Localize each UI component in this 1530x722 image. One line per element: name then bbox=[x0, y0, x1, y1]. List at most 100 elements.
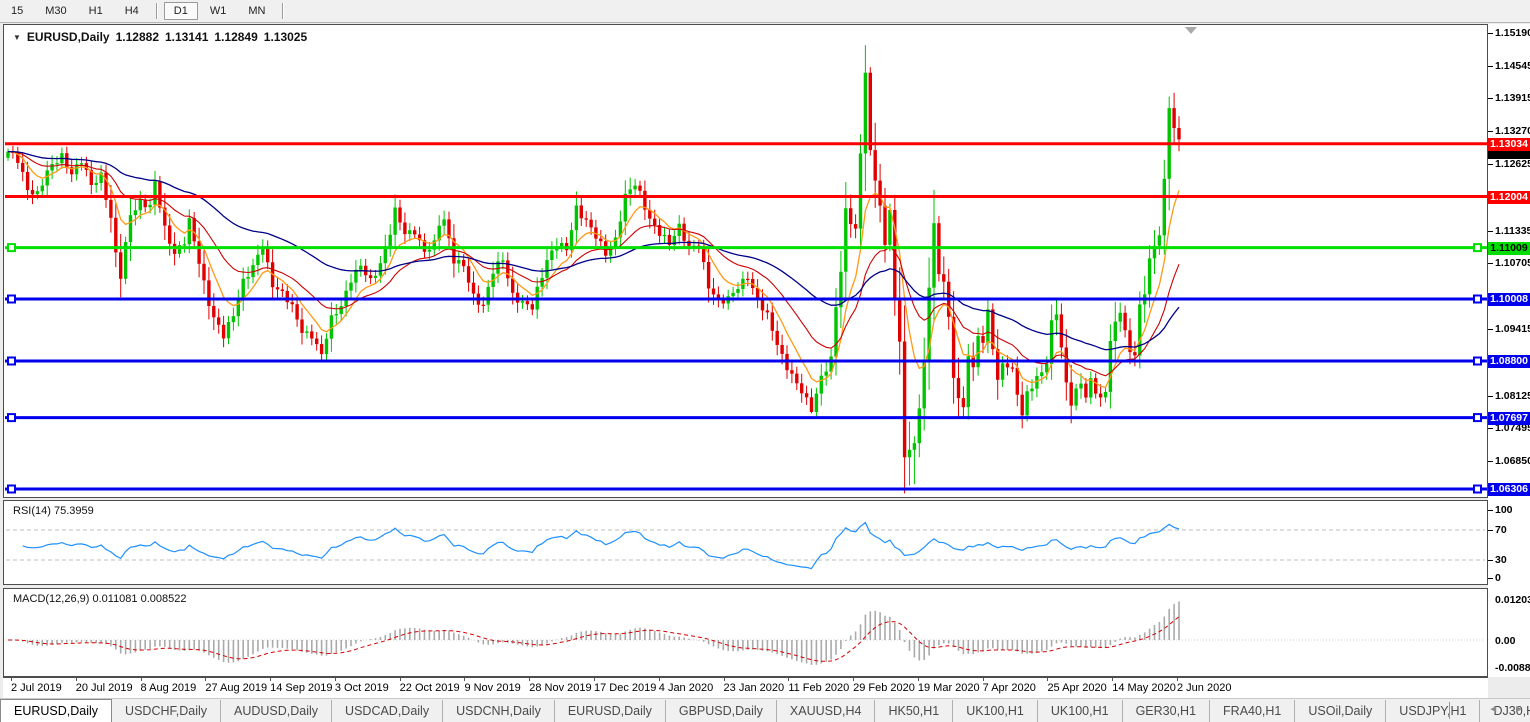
hline-handle[interactable] bbox=[8, 296, 15, 303]
hline-handle[interactable] bbox=[1474, 486, 1481, 493]
rsi-axis-label: 70 bbox=[1495, 524, 1507, 536]
timeframe-button-15[interactable]: 15 bbox=[1, 2, 33, 20]
price-level-badge: 1.08800 bbox=[1488, 355, 1530, 368]
price-level-badge: 1.13034 bbox=[1488, 138, 1530, 151]
chart-tab-usdcad-daily[interactable]: USDCAD,Daily bbox=[332, 700, 443, 722]
ohlc-close: 1.13025 bbox=[264, 30, 307, 44]
price-axis-tick-label: 1.15190 bbox=[1495, 27, 1530, 39]
price-axis-tick-label: 1.10705 bbox=[1495, 257, 1530, 269]
price-axis[interactable]: 1.151901.145451.139151.132701.126251.113… bbox=[1488, 24, 1530, 677]
rsi-indicator-panel[interactable]: RSI(14) 75.3959 bbox=[3, 500, 1488, 585]
price-level-badge: 1.11009 bbox=[1488, 242, 1530, 255]
date-axis-tick-mark bbox=[270, 678, 271, 681]
scroll-right-icon[interactable]: ► bbox=[1514, 704, 1524, 715]
date-axis-tick-mark bbox=[400, 678, 401, 681]
date-axis-tick-mark bbox=[11, 678, 12, 681]
price-axis-tick-label: 1.11335 bbox=[1495, 225, 1530, 237]
chart-tab-usdjpy-h1[interactable]: USDJPY,H1 bbox=[1386, 700, 1480, 722]
macd-label: MACD(12,26,9) 0.011081 0.008522 bbox=[13, 593, 186, 605]
chart-tab-fra40-h1[interactable]: FRA40,H1 bbox=[1210, 700, 1295, 722]
collapse-triangle-icon[interactable]: ▼ bbox=[13, 33, 21, 42]
price-axis-tick-mark bbox=[1488, 33, 1493, 34]
chart-tab-uk100-h1[interactable]: UK100,H1 bbox=[953, 700, 1038, 722]
date-axis-label: 27 Aug 2019 bbox=[205, 682, 267, 694]
date-axis-tick-mark bbox=[335, 678, 336, 681]
timeframe-button-h4[interactable]: H4 bbox=[115, 2, 149, 20]
ohlc-low: 1.12849 bbox=[214, 30, 257, 44]
trading-terminal-window: 15M30H1H4 D1W1MN ▼ EURUSD,Daily 1.12882 1… bbox=[0, 0, 1530, 722]
scroll-left-icon[interactable]: ◄ bbox=[1488, 704, 1498, 715]
date-axis-label: 8 Aug 2019 bbox=[141, 682, 197, 694]
date-axis-label: 14 May 2020 bbox=[1112, 682, 1176, 694]
chart-title: ▼ EURUSD,Daily 1.12882 1.13141 1.12849 1… bbox=[13, 30, 307, 44]
chart-tab-uk100-h1[interactable]: UK100,H1 bbox=[1038, 700, 1123, 722]
chart-tab-eurusd-daily[interactable]: EURUSD,Daily bbox=[0, 699, 112, 722]
price-axis-tick-mark bbox=[1488, 66, 1493, 67]
price-axis-tick-mark bbox=[1488, 263, 1493, 264]
price-axis-tick-label: 1.13915 bbox=[1495, 92, 1530, 104]
price-axis-tick-mark bbox=[1488, 329, 1493, 330]
date-axis-tick-mark bbox=[983, 678, 984, 681]
price-level-badge: 1.06306 bbox=[1488, 483, 1530, 496]
timeframe-button-w1[interactable]: W1 bbox=[200, 2, 237, 20]
chart-tab-usdcnh-daily[interactable]: USDCNH,Daily bbox=[443, 700, 555, 722]
date-axis-tick-mark bbox=[918, 678, 919, 681]
hline-handle[interactable] bbox=[8, 244, 15, 251]
hline-handle[interactable] bbox=[1474, 244, 1481, 251]
date-axis-label: 19 Mar 2020 bbox=[918, 682, 980, 694]
timeframe-button-d1[interactable]: D1 bbox=[164, 2, 198, 20]
date-axis-label: 28 Nov 2019 bbox=[529, 682, 591, 694]
chart-tab-bar: EURUSD,DailyUSDCHF,DailyAUDUSD,DailyUSDC… bbox=[0, 698, 1530, 722]
chart-tab-usdchf-daily[interactable]: USDCHF,Daily bbox=[112, 700, 221, 722]
chart-tab-usoil-daily[interactable]: USOil,Daily bbox=[1295, 700, 1386, 722]
chart-tab-xauusd-h4[interactable]: XAUUSD,H4 bbox=[777, 700, 876, 722]
price-axis-tick-mark bbox=[1488, 131, 1493, 132]
hline-handle[interactable] bbox=[8, 414, 15, 421]
rsi-chart-canvas[interactable] bbox=[4, 501, 1487, 584]
date-axis-label: 20 Jul 2019 bbox=[76, 682, 133, 694]
hline-handle[interactable] bbox=[1474, 414, 1481, 421]
chart-tab-hk50-h1[interactable]: HK50,H1 bbox=[875, 700, 953, 722]
date-axis-label: 29 Feb 2020 bbox=[853, 682, 915, 694]
chart-tab-ger30-h1[interactable]: GER30,H1 bbox=[1123, 700, 1210, 722]
macd-chart-canvas[interactable] bbox=[4, 589, 1487, 676]
price-axis-tick-mark bbox=[1488, 396, 1493, 397]
main-price-chart[interactable]: ▼ EURUSD,Daily 1.12882 1.13141 1.12849 1… bbox=[3, 24, 1488, 498]
rsi-axis-label: 0 bbox=[1495, 572, 1501, 584]
date-axis-label: 3 Oct 2019 bbox=[335, 682, 389, 694]
chart-tab-gbpusd-daily[interactable]: GBPUSD,Daily bbox=[666, 700, 777, 722]
date-axis-label: 7 Apr 2020 bbox=[983, 682, 1036, 694]
price-level-badge: 1.07697 bbox=[1488, 412, 1530, 425]
price-axis-tick-mark bbox=[1488, 98, 1493, 99]
date-axis-tick-mark bbox=[724, 678, 725, 681]
timeframe-button-m30[interactable]: M30 bbox=[35, 2, 76, 20]
timeframe-button-h1[interactable]: H1 bbox=[79, 2, 113, 20]
price-axis-tick-label: 1.14545 bbox=[1495, 60, 1530, 72]
date-axis-label: 11 Feb 2020 bbox=[788, 682, 849, 694]
chart-tab-eurusd-daily[interactable]: EURUSD,Daily bbox=[555, 700, 666, 722]
hline-handle[interactable] bbox=[8, 486, 15, 493]
macd-indicator-panel[interactable]: MACD(12,26,9) 0.011081 0.008522 bbox=[3, 588, 1488, 677]
hline-handle[interactable] bbox=[1474, 296, 1481, 303]
rsi-label: RSI(14) 75.3959 bbox=[13, 505, 94, 517]
price-axis-tick-label: 1.06850 bbox=[1495, 455, 1530, 467]
rsi-axis-label: 100 bbox=[1495, 504, 1513, 516]
macd-axis-label: 0.012031 bbox=[1495, 594, 1530, 606]
rsi-axis-label: 30 bbox=[1495, 554, 1507, 566]
date-axis-tick-mark bbox=[529, 678, 530, 681]
chart-tab-audusd-daily[interactable]: AUDUSD,Daily bbox=[221, 700, 332, 722]
hline-handle[interactable] bbox=[1474, 358, 1481, 365]
price-axis-tick-label: 1.08125 bbox=[1495, 390, 1530, 402]
date-axis-tick-mark bbox=[205, 678, 206, 681]
timeframe-button-mn[interactable]: MN bbox=[238, 2, 275, 20]
date-axis-label: 22 Oct 2019 bbox=[400, 682, 460, 694]
date-axis-tick-mark bbox=[1047, 678, 1048, 681]
candlestick-chart-canvas[interactable] bbox=[4, 25, 1487, 497]
toolbar-separator bbox=[156, 3, 157, 19]
hline-handle[interactable] bbox=[8, 358, 15, 365]
date-axis[interactable]: 2 Jul 2019 20 Jul 2019 8 Aug 2019 27 Aug 20… bbox=[3, 677, 1488, 698]
chart-shift-marker-icon[interactable] bbox=[1185, 27, 1197, 34]
date-axis-label: 2 Jul 2019 bbox=[11, 682, 62, 694]
date-axis-tick-mark bbox=[788, 678, 789, 681]
price-axis-tick-mark bbox=[1488, 231, 1493, 232]
